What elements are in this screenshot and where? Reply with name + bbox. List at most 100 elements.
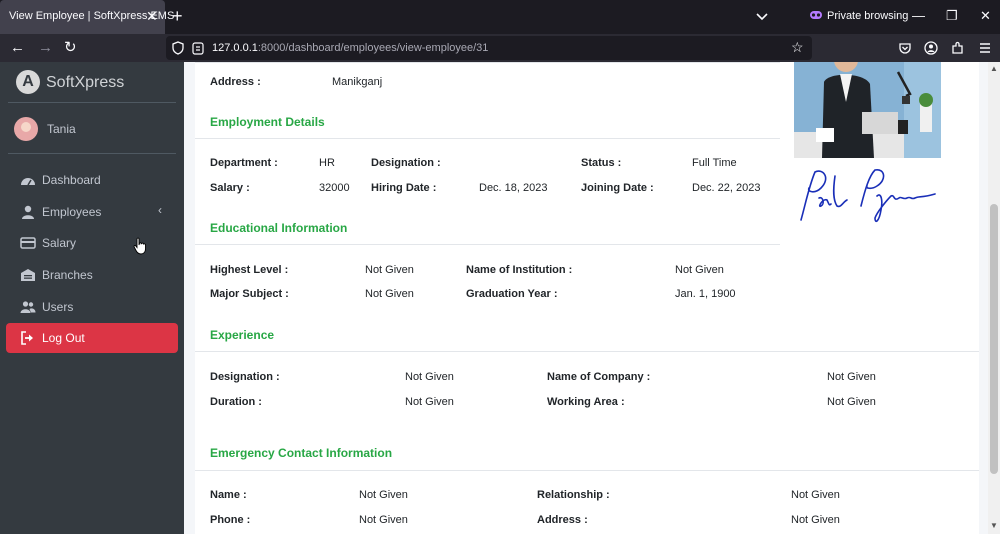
sidebar-item-label: Branches [42, 268, 93, 282]
sidebar-divider [8, 102, 176, 103]
list-tabs-icon[interactable] [755, 9, 769, 23]
institution-value: Not Given [675, 264, 724, 276]
sidebar-item-branches[interactable]: Branches [6, 260, 178, 290]
building-icon [21, 269, 35, 281]
highest-level-value: Not Given [365, 264, 414, 276]
department-label: Department : [210, 157, 278, 169]
highest-level-label: Highest Level : [210, 264, 289, 276]
logout-button[interactable]: Log Out [6, 323, 178, 353]
sidebar-item-label: Dashboard [42, 173, 101, 187]
sidebar-item-employees[interactable]: Employees ‹ [6, 197, 178, 227]
back-button[interactable]: ← [10, 38, 25, 58]
page-info-icon[interactable] [192, 41, 204, 55]
experience-title: Experience [210, 328, 275, 342]
sidebar-item-label: Salary [42, 236, 77, 250]
salary-value: 32000 [319, 182, 350, 194]
tab-close-icon[interactable]: ✕ [146, 8, 158, 24]
sidebar-divider [8, 153, 176, 154]
sidebar-item-label: Employees [42, 205, 102, 219]
forward-button[interactable]: → [38, 38, 53, 58]
sidebar-item-dashboard[interactable]: Dashboard [6, 165, 178, 195]
major-subject-label: Major Subject : [210, 288, 289, 300]
sidebar: A SoftXpress Tania Dashboard Employees ‹… [0, 62, 184, 534]
brand-logo-letter: A [22, 73, 34, 90]
institution-label: Name of Institution : [466, 264, 573, 276]
pocket-icon[interactable] [898, 41, 912, 55]
working-area-label: Working Area : [547, 396, 625, 408]
sidebar-item-users[interactable]: Users [6, 292, 178, 322]
reload-button[interactable]: ↻ [64, 38, 77, 58]
company-value: Not Given [827, 371, 876, 383]
account-icon[interactable] [924, 41, 938, 55]
contact-phone-label: Phone : [210, 514, 251, 526]
url-text[interactable]: 127.0.0.1:8000/dashboard/employees/view-… [212, 42, 488, 54]
status-label: Status : [581, 157, 622, 169]
page-scrollbar[interactable]: ▲ ▼ [988, 62, 1000, 534]
card-icon [20, 237, 36, 249]
joining-date-label: Joining Date : [581, 182, 654, 194]
scroll-up-arrow-icon[interactable]: ▲ [990, 64, 998, 73]
users-icon [20, 301, 36, 313]
duration-value: Not Given [405, 396, 454, 408]
main-content: Address : Manikganj Employment Details D… [184, 62, 988, 534]
logout-icon [21, 331, 33, 345]
shield-icon[interactable] [172, 41, 184, 55]
employment-details-title: Employment Details [210, 115, 325, 129]
url-path: :8000/dashboard/employees/view-employee/… [257, 42, 489, 54]
extensions-icon[interactable] [951, 41, 965, 55]
company-label: Name of Company : [547, 371, 651, 383]
scroll-down-arrow-icon[interactable]: ▼ [990, 521, 998, 530]
hiring-date-value: Dec. 18, 2023 [479, 182, 548, 194]
brand-name: SoftXpress [46, 74, 125, 91]
browser-tab-bar: View Employee | SoftXpress EMS ✕ + Priva… [0, 0, 1000, 34]
app-menu-icon[interactable] [978, 41, 992, 55]
address-label: Address : [210, 76, 261, 88]
joining-date-value: Dec. 22, 2023 [692, 182, 761, 194]
employee-signature [800, 169, 936, 223]
department-value: HR [319, 157, 335, 169]
scrollbar-thumb[interactable] [990, 204, 998, 474]
employee-card: Address : Manikganj Employment Details D… [195, 62, 979, 534]
relationship-label: Relationship : [537, 489, 610, 501]
section-divider [195, 138, 780, 139]
education-title: Educational Information [210, 221, 348, 235]
contact-phone-value: Not Given [359, 514, 408, 526]
url-bar[interactable]: 127.0.0.1:8000/dashboard/employees/view-… [166, 36, 812, 60]
url-host: 127.0.0.1 [212, 42, 258, 54]
relationship-value: Not Given [791, 489, 840, 501]
private-browsing-label: Private browsing [827, 10, 909, 22]
section-divider [195, 351, 979, 352]
contact-name-value: Not Given [359, 489, 408, 501]
user-icon [22, 205, 34, 219]
address-value: Manikganj [332, 76, 383, 88]
new-tab-button[interactable]: + [172, 6, 183, 26]
section-divider [195, 62, 780, 63]
contact-address-label: Address : [537, 514, 588, 526]
dashboard-icon [21, 178, 35, 186]
bookmark-star-icon[interactable]: ☆ [791, 39, 804, 56]
restore-button[interactable]: ❐ [946, 8, 958, 24]
user-name: Tania [47, 122, 76, 136]
sidebar-item-label: Users [42, 300, 74, 314]
employee-photo [794, 62, 941, 158]
browser-nav-bar: ← → ↻ 127.0.0.1:8000/dashboard/employees… [0, 34, 1000, 62]
emergency-contact-title: Emergency Contact Information [210, 446, 393, 460]
working-area-value: Not Given [827, 396, 876, 408]
contact-address-value: Not Given [791, 514, 840, 526]
close-window-button[interactable]: ✕ [980, 8, 991, 24]
graduation-year-label: Graduation Year : [466, 288, 558, 300]
chevron-left-icon: ‹ [158, 203, 162, 217]
hand-cursor-icon [133, 237, 146, 255]
graduation-year-value: Jan. 1, 1900 [675, 288, 736, 300]
status-value: Full Time [692, 157, 737, 169]
minimize-button[interactable]: — [912, 8, 925, 24]
brand-logo: A [16, 70, 40, 94]
sidebar-item-label: Log Out [42, 331, 85, 345]
section-divider [195, 470, 979, 471]
browser-tab[interactable]: View Employee | SoftXpress EMS ✕ [0, 0, 174, 34]
salary-label: Salary : [210, 182, 250, 194]
experience-designation-value: Not Given [405, 371, 454, 383]
sidebar-item-salary[interactable]: Salary [6, 228, 178, 258]
section-divider [195, 244, 780, 245]
avatar [14, 117, 38, 141]
